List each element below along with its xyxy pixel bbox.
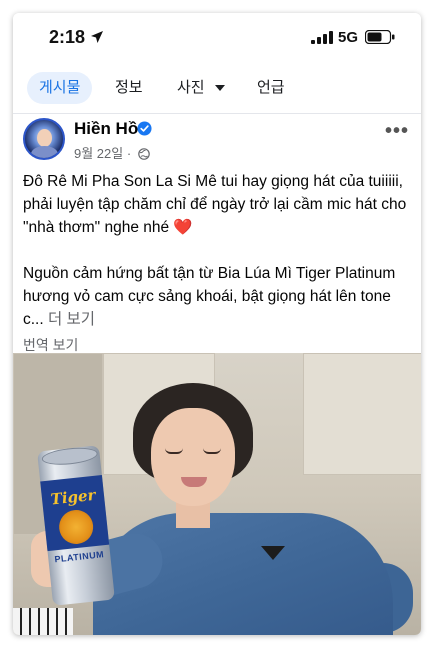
- can-subtext: PLATINUM: [53, 549, 105, 565]
- tab-about[interactable]: 정보: [103, 72, 155, 104]
- verified-badge-icon: [137, 121, 152, 141]
- cellular-signal-icon: [311, 31, 333, 49]
- see-more-link[interactable]: 더 보기: [48, 311, 95, 328]
- phone-screen: 2:18 5G 게시물 정보 사진 언급 Hiền Hồ 9월 22일 · ••…: [13, 13, 421, 635]
- globe-icon: [138, 148, 150, 163]
- caret-down-icon: [214, 72, 225, 104]
- network-type: 5G: [338, 29, 359, 46]
- avatar-body: [31, 146, 58, 158]
- tab-mentions[interactable]: 언급: [245, 72, 297, 104]
- battery-icon: [364, 29, 395, 49]
- post-meta: 9월 22일 ·: [74, 143, 150, 163]
- post-date[interactable]: 9월 22일: [74, 146, 123, 161]
- status-bar: 2:18 5G: [13, 13, 421, 61]
- tab-photos-label: 사진: [177, 79, 205, 96]
- piano-keys: [13, 608, 73, 635]
- profile-tabs: 게시물 정보 사진 언급: [13, 61, 421, 114]
- meta-separator: ·: [126, 146, 132, 161]
- person-face: [151, 408, 235, 506]
- status-time: 2:18: [49, 27, 86, 47]
- more-options-icon[interactable]: •••: [385, 120, 409, 143]
- post-body: Đô Rê Mi Pha Son La Si Mê tui hay giọng …: [13, 162, 421, 331]
- avatar-face: [37, 129, 52, 147]
- post-photo[interactable]: Tiger PLATINUM: [13, 353, 421, 635]
- author-name[interactable]: Hiền Hồ: [74, 119, 138, 139]
- avatar[interactable]: [23, 118, 65, 160]
- location-arrow-icon: [90, 30, 104, 49]
- tab-posts[interactable]: 게시물: [27, 72, 93, 104]
- tab-photos[interactable]: 사진: [165, 72, 237, 104]
- post-header: Hiền Hồ 9월 22일 · •••: [13, 114, 421, 162]
- post-paragraph-2: Nguồn cảm hứng bất tận từ Bia Lúa Mì Tig…: [23, 262, 411, 331]
- post-paragraph-1: Đô Rê Mi Pha Son La Si Mê tui hay giọng …: [23, 173, 407, 236]
- wall-panel: [303, 353, 421, 475]
